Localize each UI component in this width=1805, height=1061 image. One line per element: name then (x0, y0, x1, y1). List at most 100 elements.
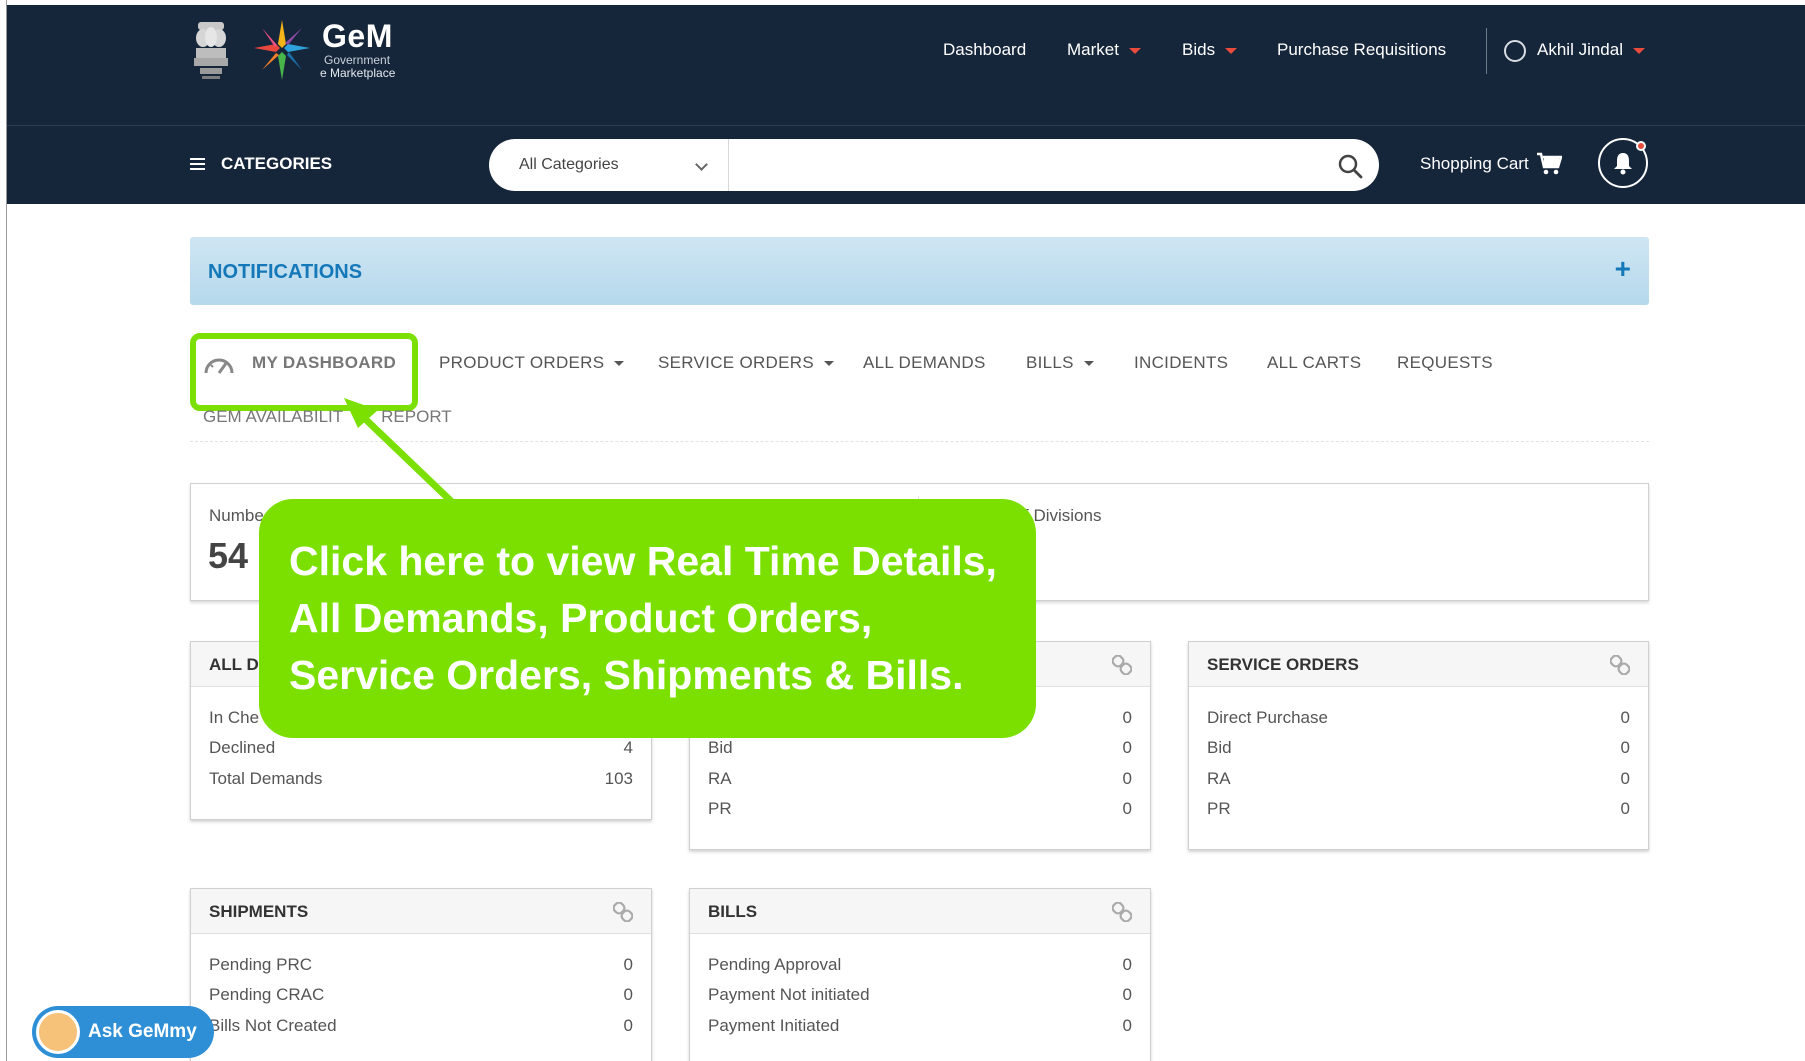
row-label: RA (708, 769, 732, 788)
list-item: Pending CRAC 0 (209, 985, 633, 1015)
card-title: BILLS (708, 902, 758, 921)
search-icon[interactable] (1337, 153, 1363, 179)
list-item: RA 0 (1207, 769, 1630, 799)
row-value: 0 (1122, 799, 1132, 818)
card-title: ALL D (209, 655, 259, 674)
notifications-panel[interactable]: NOTIFICATIONS + (190, 237, 1649, 305)
row-value: 0 (1620, 799, 1630, 818)
category-select[interactable]: All Categories (489, 139, 729, 191)
link-icon[interactable] (1112, 655, 1132, 675)
row-label: PR (708, 799, 732, 818)
stat-left-label: Numbe (209, 506, 264, 525)
list-item: Bid 0 (1207, 738, 1630, 768)
row-label: PR (1207, 799, 1231, 818)
tab-all-carts[interactable]: ALL CARTS (1267, 353, 1361, 373)
nav-separator (1486, 28, 1487, 74)
row-value: 0 (1122, 708, 1132, 727)
shopping-cart-icon[interactable] (1536, 152, 1562, 176)
row-label: RA (1207, 769, 1231, 788)
tab-all-demands[interactable]: ALL DEMANDS (863, 353, 986, 373)
nav-market-menu[interactable]: Market (1067, 40, 1141, 60)
tab-product-orders[interactable]: PRODUCT ORDERS (439, 353, 625, 373)
row-label: Bid (708, 738, 733, 757)
hamburger-icon (190, 158, 205, 170)
list-item: PR 0 (1207, 799, 1630, 829)
bell-icon (1614, 153, 1632, 175)
user-name: Akhil Jindal (1537, 40, 1623, 59)
user-icon (1504, 40, 1526, 62)
categories-menu-button[interactable]: CATEGORIES (190, 154, 332, 174)
card-header: BILLS (690, 889, 1150, 934)
row-label: Total Demands (209, 769, 323, 788)
stat-left-value: 54 (208, 535, 249, 576)
nav-bids-label: Bids (1182, 40, 1216, 59)
row-label: Direct Purchase (1207, 708, 1328, 727)
callout-line-3: Service Orders, Shipments & Bills. (289, 652, 964, 698)
gem-logo-text[interactable]: GeM (322, 18, 393, 55)
callout-text: Click here to view Real Time Details, Al… (289, 533, 1029, 704)
card-header: SERVICE ORDERS (1189, 642, 1648, 687)
row-value: 0 (623, 1016, 633, 1035)
row-value: 0 (1122, 1016, 1132, 1035)
row-label: Pending PRC (209, 955, 313, 974)
tab-incidents[interactable]: INCIDENTS (1134, 353, 1228, 373)
expand-plus-icon[interactable]: + (1615, 253, 1631, 285)
service-orders-card: SERVICE ORDERS Direct Purchase 0 Bid 0 RA 0… (1188, 641, 1649, 850)
tab-my-dashboard[interactable]: MY DASHBOARD (252, 353, 396, 373)
link-icon[interactable] (1112, 902, 1132, 922)
list-item: Payment Not initiated 0 (708, 985, 1132, 1015)
tabs-divider (190, 441, 1649, 442)
shopping-cart-link[interactable]: Shopping Cart (1420, 154, 1529, 174)
gemmy-avatar (36, 1010, 80, 1054)
row-value: 4 (623, 738, 633, 757)
screenshot-frame-edge (0, 0, 7, 1061)
link-icon[interactable] (1610, 655, 1630, 675)
tab-gem-availability-report[interactable]: GEM AVAILABILIT REPORT (203, 407, 452, 427)
tab-requests[interactable]: REQUESTS (1397, 353, 1493, 373)
chevron-down-icon (695, 158, 708, 171)
list-item: Payment Initiated 0 (708, 1016, 1132, 1046)
nav-purchase-requisitions-link[interactable]: Purchase Requisitions (1277, 40, 1446, 60)
row-label: Pending CRAC (209, 985, 325, 1004)
row-label: Bills Not Created (209, 1016, 337, 1035)
row-label: Payment Initiated (708, 1016, 840, 1035)
list-item: Bid 0 (708, 738, 1132, 768)
list-item: RA 0 (708, 769, 1132, 799)
user-menu[interactable]: Akhil Jindal (1537, 40, 1645, 60)
tab-gem-availability-tail: REPORT (381, 407, 452, 426)
ask-gemmy-label: Ask GeMmy (88, 1021, 197, 1042)
caret-down-icon (1128, 47, 1141, 54)
gem-logo-subtitle-2: e Marketplace (320, 66, 396, 80)
notifications-title: NOTIFICATIONS (208, 261, 363, 283)
row-value: 103 (604, 769, 633, 788)
list-item: Bills Not Created 0 (209, 1016, 633, 1046)
row-value: 0 (1122, 955, 1132, 974)
callout-line-2: All Demands, Product Orders, (289, 595, 873, 641)
caret-down-icon (1633, 47, 1645, 54)
row-label: Payment Not initiated (708, 985, 870, 1004)
tab-service-orders[interactable]: SERVICE ORDERS (658, 353, 834, 373)
caret-down-icon (1083, 361, 1094, 367)
row-value: 0 (623, 955, 633, 974)
row-value: 0 (1620, 708, 1630, 727)
list-item: Pending Approval 0 (708, 955, 1132, 985)
link-icon[interactable] (613, 902, 633, 922)
nav-bids-menu[interactable]: Bids (1182, 40, 1238, 60)
nav-dashboard-link[interactable]: Dashboard (943, 40, 1026, 60)
speedometer-icon (204, 358, 234, 374)
tab-product-orders-label: PRODUCT ORDERS (439, 353, 605, 372)
row-label: Declined (209, 738, 276, 757)
nav-market-label: Market (1067, 40, 1119, 59)
row-label: Bid (1207, 738, 1232, 757)
list-item: PR 0 (708, 799, 1132, 829)
tutorial-callout: Click here to view Real Time Details, Al… (259, 499, 1036, 738)
row-label: In Che (209, 708, 260, 727)
list-item: Total Demands 103 (209, 769, 633, 799)
list-item: Declined 4 (209, 738, 633, 768)
ask-gemmy-button[interactable]: Ask GeMmy (32, 1006, 214, 1058)
tab-bills[interactable]: BILLS (1026, 353, 1094, 373)
search-input[interactable] (730, 139, 1310, 191)
row-label: Pending Approval (708, 955, 842, 974)
row-value: 0 (623, 985, 633, 1004)
card-title: SHIPMENTS (209, 902, 309, 921)
